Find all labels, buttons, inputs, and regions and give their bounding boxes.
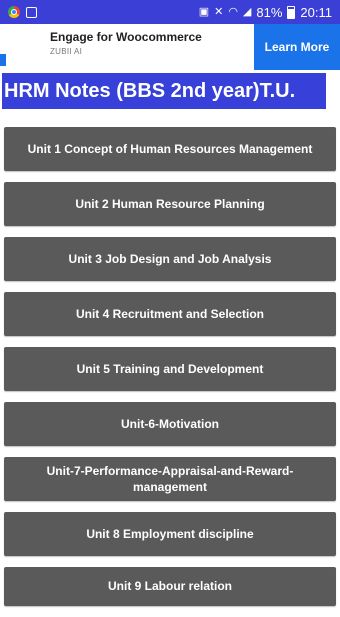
signal-icon: ◢: [242, 5, 252, 18]
ad-subtitle: ZUBII AI: [50, 47, 83, 56]
ad-title: Engage for Woocommerce: [50, 30, 202, 44]
unit-1-button[interactable]: Unit 1 Concept of Human Resources Manage…: [4, 127, 336, 171]
nfc-icon: ▣: [198, 5, 210, 18]
unit-6-button[interactable]: Unit-6-Motivation: [4, 402, 336, 446]
chrome-icon: [8, 6, 20, 18]
unit-7-button[interactable]: Unit-7-Performance-Appraisal-and-Reward-…: [4, 457, 336, 501]
page-title: HRM Notes (BBS 2nd year)T.U.: [2, 73, 326, 109]
battery-percent: 81%: [256, 4, 283, 20]
notification-square-icon: [26, 6, 37, 18]
ad-text[interactable]: Engage for Woocommerce ZUBII AI: [6, 24, 202, 70]
ad-banner[interactable]: Engage for Woocommerce ZUBII AI Learn Mo…: [0, 24, 340, 70]
status-bar: ▣ ✕ ◠ ◢ 81% 20:11: [0, 0, 340, 24]
unit-4-button[interactable]: Unit 4 Recruitment and Selection: [4, 292, 336, 336]
mute-icon: ✕: [214, 5, 224, 18]
unit-2-button[interactable]: Unit 2 Human Resource Planning: [4, 182, 336, 226]
clock: 20:11: [300, 4, 332, 20]
battery-icon: [287, 5, 296, 19]
unit-9-button[interactable]: Unit 9 Labour relation: [4, 567, 336, 606]
unit-5-button[interactable]: Unit 5 Training and Development: [4, 347, 336, 391]
unit-8-button[interactable]: Unit 8 Employment discipline: [4, 512, 336, 556]
ad-learn-more-button[interactable]: Learn More: [254, 24, 340, 70]
unit-list: Unit 1 Concept of Human Resources Manage…: [4, 127, 336, 617]
wifi-icon: ◠: [228, 5, 238, 18]
unit-3-button[interactable]: Unit 3 Job Design and Job Analysis: [4, 237, 336, 281]
